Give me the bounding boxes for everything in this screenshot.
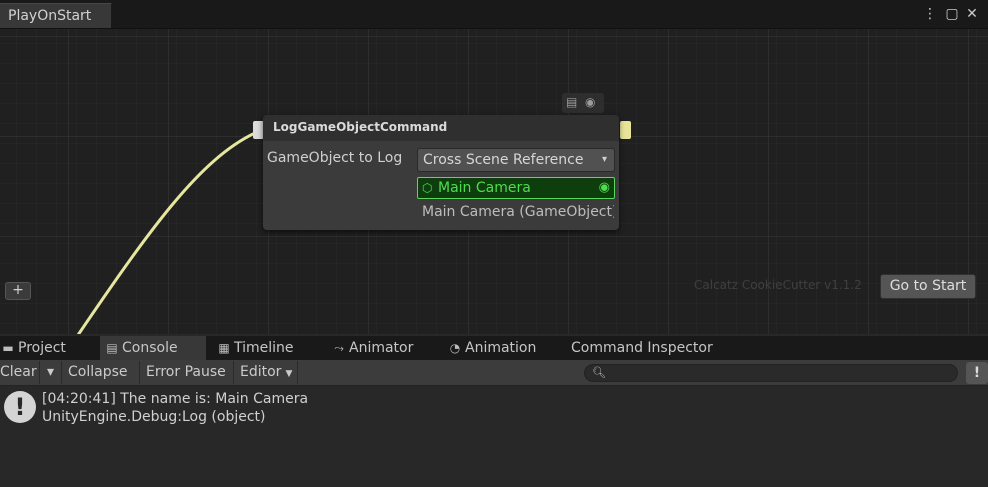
reference-type-value: Cross Scene Reference bbox=[423, 152, 584, 168]
clear-button[interactable]: Clear bbox=[0, 361, 40, 384]
gameobject-field-label: GameObject to Log bbox=[267, 150, 403, 166]
tab-animation-label: Animation bbox=[465, 340, 537, 356]
chevron-down-icon: ▾ bbox=[46, 364, 55, 380]
tab-command-inspector-label: Command Inspector bbox=[571, 340, 713, 356]
tab-playonstart[interactable]: PlayOnStart bbox=[0, 3, 112, 28]
version-label: Calcatz CookieCutter v1.1.2 bbox=[694, 278, 862, 292]
add-node-button[interactable]: + bbox=[5, 282, 31, 300]
log-entry-stacktrace[interactable]: UnityEngine.Debug:Log (object) bbox=[42, 409, 266, 425]
editor-dropdown[interactable]: Editor ▼ bbox=[236, 361, 298, 384]
message-filter-toggle[interactable]: ! bbox=[966, 362, 988, 384]
maximize-icon[interactable]: ▢ bbox=[944, 6, 960, 22]
search-icon: 🔍︎ bbox=[592, 366, 606, 379]
output-port[interactable] bbox=[620, 121, 631, 139]
tab-console-label: Console bbox=[122, 340, 178, 356]
collapse-toggle[interactable]: Collapse bbox=[64, 361, 140, 384]
chevron-down-icon: ▾ bbox=[601, 154, 607, 165]
target-icon[interactable]: ◉ bbox=[585, 95, 595, 109]
console-search-input[interactable]: 🔍︎ bbox=[584, 364, 958, 382]
editor-dropdown-label: Editor bbox=[240, 364, 282, 380]
tab-timeline[interactable]: ▦ Timeline bbox=[216, 336, 326, 360]
clear-options-dropdown[interactable]: ▾ bbox=[40, 361, 62, 384]
tab-project[interactable]: ▬ Project bbox=[0, 336, 96, 360]
tab-console[interactable]: ▤ Console bbox=[100, 336, 206, 360]
tab-project-label: Project bbox=[18, 340, 66, 356]
error-pause-toggle[interactable]: Error Pause bbox=[142, 361, 234, 384]
console-icon: ▤ bbox=[106, 341, 118, 355]
gameobject-value: Main Camera bbox=[438, 180, 531, 196]
tab-timeline-label: Timeline bbox=[234, 340, 294, 356]
reference-type-dropdown[interactable]: Cross Scene Reference ▾ bbox=[417, 148, 615, 172]
window-tab-bar bbox=[0, 0, 988, 28]
log-entry-message[interactable]: [04:20:41] The name is: Main Camera bbox=[42, 391, 308, 407]
gameobject-field[interactable]: ⬡ Main Camera ◉ bbox=[417, 177, 615, 199]
tab-animation[interactable]: ◔ Animation bbox=[447, 336, 557, 360]
node-header[interactable]: LogGameObjectCommand bbox=[263, 115, 619, 141]
go-to-start-button[interactable]: Go to Start bbox=[880, 274, 976, 299]
timeline-icon: ▦ bbox=[218, 341, 230, 355]
gameobject-subtext: Main Camera (GameObject) bbox=[422, 204, 614, 220]
script-icon[interactable]: ▤ bbox=[566, 95, 577, 109]
cube-icon: ⬡ bbox=[422, 181, 433, 195]
chevron-down-icon: ▼ bbox=[285, 369, 293, 379]
tab-animator[interactable]: ⤳ Animator bbox=[331, 336, 441, 360]
bottom-tab-bar: ▬ Project ▤ Console ▦ Timeline ⤳ Animator ◔ A… bbox=[0, 336, 988, 360]
clock-icon: ◔ bbox=[449, 341, 461, 355]
folder-icon: ▬ bbox=[2, 341, 14, 355]
node-title: LogGameObjectCommand bbox=[273, 120, 448, 134]
close-icon[interactable]: ✕ bbox=[964, 6, 980, 22]
tab-animator-label: Animator bbox=[349, 340, 414, 356]
info-icon: ! bbox=[4, 391, 36, 423]
more-menu-icon[interactable]: ⋮ bbox=[922, 6, 938, 22]
log-gameobject-command-node[interactable]: LogGameObjectCommand GameObject to Log C… bbox=[263, 115, 619, 230]
object-picker-icon[interactable]: ◉ bbox=[599, 178, 610, 198]
tab-command-inspector[interactable]: Command Inspector bbox=[571, 336, 731, 360]
animator-icon: ⤳ bbox=[334, 341, 344, 355]
node-mini-toolbar: ▤ ◉ bbox=[562, 93, 604, 113]
